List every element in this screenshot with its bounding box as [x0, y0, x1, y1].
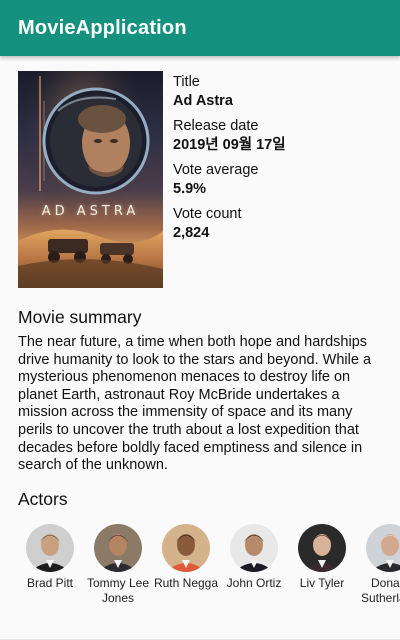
title-label: Title	[173, 74, 200, 90]
summary-text: The near future, a time when both hope a…	[18, 334, 372, 474]
actor-avatar	[230, 524, 278, 572]
vote-count-label: Vote count	[173, 206, 242, 222]
app-bar: MovieApplication	[0, 0, 400, 56]
app-title: MovieApplication	[18, 16, 187, 39]
release-date-label: Release date	[173, 118, 259, 134]
actor-item[interactable]: Ruth Negga	[152, 524, 220, 591]
actor-avatar	[366, 524, 400, 572]
actor-name: Ruth Negga	[153, 576, 219, 590]
actors-heading: Actors	[18, 489, 68, 509]
actor-name: Liv Tyler	[299, 576, 345, 590]
actor-item[interactable]: John Ortiz	[220, 524, 288, 591]
actor-item[interactable]: Liv Tyler	[288, 524, 356, 591]
release-date-value: 2019년 09월 17일	[173, 137, 286, 153]
actor-item[interactable]: Tommy Lee Jones	[84, 524, 152, 606]
actor-avatar	[162, 524, 210, 572]
vote-count-value: 2,824	[173, 225, 210, 241]
vote-average-label: Vote average	[173, 162, 259, 178]
actor-avatar	[94, 524, 142, 572]
actor-avatar	[26, 524, 74, 572]
movie-info: Title Ad Astra Release date 2019년 09월 17…	[173, 73, 388, 249]
vote-average-value: 5.9%	[173, 181, 207, 197]
actor-item[interactable]: Brad Pitt	[18, 524, 84, 591]
actors-list[interactable]: Brad Pitt Tommy Lee Jones Ruth Negga John O…	[18, 524, 400, 614]
actor-name: Tommy Lee Jones	[86, 576, 150, 605]
title-value: Ad Astra	[173, 93, 233, 109]
poster-title-text: AD ASTRA	[41, 204, 140, 219]
actor-name: Brad Pitt	[26, 576, 74, 590]
summary-heading: Movie summary	[18, 307, 142, 327]
movie-poster: AD ASTRA	[18, 71, 163, 288]
poster-artwork	[18, 71, 163, 288]
movie-detail-content[interactable]: AD ASTRA Title Ad Astra Release date 201…	[0, 56, 400, 640]
actor-item[interactable]: Donald Sutherland	[356, 524, 400, 606]
actor-name: John Ortiz	[226, 576, 282, 590]
actor-name: Donald Sutherland	[360, 576, 400, 605]
actor-avatar	[298, 524, 346, 572]
